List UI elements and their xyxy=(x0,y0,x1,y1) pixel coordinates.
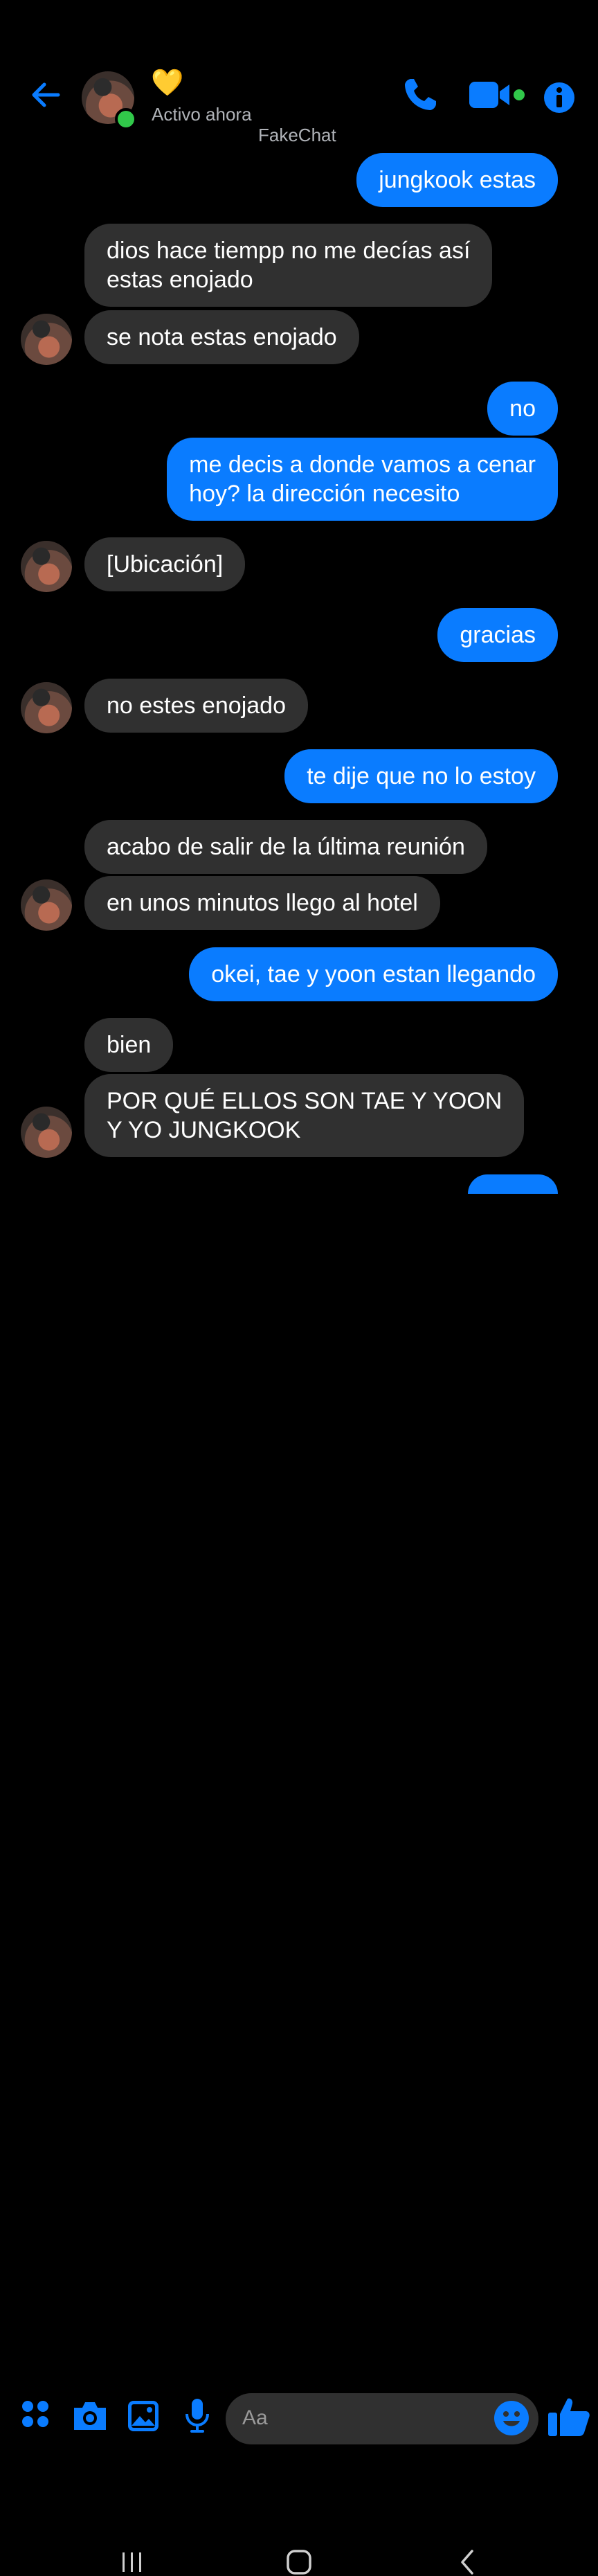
system-nav-bar xyxy=(0,1267,598,2575)
sender-avatar xyxy=(21,682,72,733)
message-bubble-in[interactable]: acabo de salir de la última reunión xyxy=(84,820,487,874)
info-icon[interactable] xyxy=(543,81,576,114)
location-bubble[interactable]: [Ubicación] xyxy=(84,537,246,591)
nav-back-icon[interactable] xyxy=(457,2548,478,2576)
online-indicator xyxy=(115,108,137,130)
sender-avatar xyxy=(21,314,72,365)
message-bubble-out[interactable]: te dije que no lo estoy xyxy=(284,749,558,803)
sender-avatar xyxy=(21,879,72,931)
home-icon[interactable] xyxy=(285,2548,313,2576)
status-text: Activo ahora xyxy=(152,104,252,125)
message-bubble-out[interactable]: jungkook estas xyxy=(356,153,558,207)
message-bubble-out[interactable]: no xyxy=(487,382,558,436)
message-input-placeholder: Aa xyxy=(242,2406,268,2429)
message-bubble-out[interactable]: gracias xyxy=(437,608,558,662)
apps-grid-icon[interactable] xyxy=(21,2399,50,2429)
message-bubble-in[interactable]: en unos minutos llego al hotel xyxy=(84,876,440,930)
composer-bar: Aa xyxy=(0,1191,598,2444)
contact-name-heart[interactable]: 💛 xyxy=(151,69,183,97)
recent-apps-icon[interactable] xyxy=(120,2548,144,2576)
emoji-icon[interactable] xyxy=(493,2400,529,2436)
watermark: FakeChat xyxy=(258,125,336,145)
message-bubble-in[interactable]: bien xyxy=(84,1018,174,1072)
chat-header: 💛 Activo ahora FakeChat xyxy=(0,0,598,152)
sender-avatar xyxy=(21,541,72,592)
phone-icon[interactable] xyxy=(401,76,439,114)
camera-icon[interactable] xyxy=(71,2399,109,2433)
sender-avatar xyxy=(21,1107,72,1158)
video-camera-icon[interactable] xyxy=(469,76,532,114)
microphone-icon[interactable] xyxy=(183,2397,211,2433)
message-bubble-in[interactable]: no estes enojado xyxy=(84,679,308,733)
message-bubble-in[interactable]: se nota estas enojado xyxy=(84,310,359,364)
message-bubble-out[interactable]: me decis a donde vamos a cenar hoy? la d… xyxy=(167,438,558,521)
message-bubble-out[interactable]: okei, tae y yoon estan llegando xyxy=(189,947,558,1001)
thumbs-up-icon[interactable] xyxy=(547,2395,591,2439)
message-bubble-in[interactable]: POR QUÉ ELLOS SON TAE Y YOON Y YO JUNGKO… xyxy=(84,1074,525,1157)
back-arrow-icon[interactable] xyxy=(28,78,62,112)
message-bubble-in[interactable]: dios hace tiempp no me decías así estas … xyxy=(84,224,493,307)
message-input[interactable] xyxy=(226,2393,538,2444)
image-icon[interactable] xyxy=(127,2399,160,2433)
